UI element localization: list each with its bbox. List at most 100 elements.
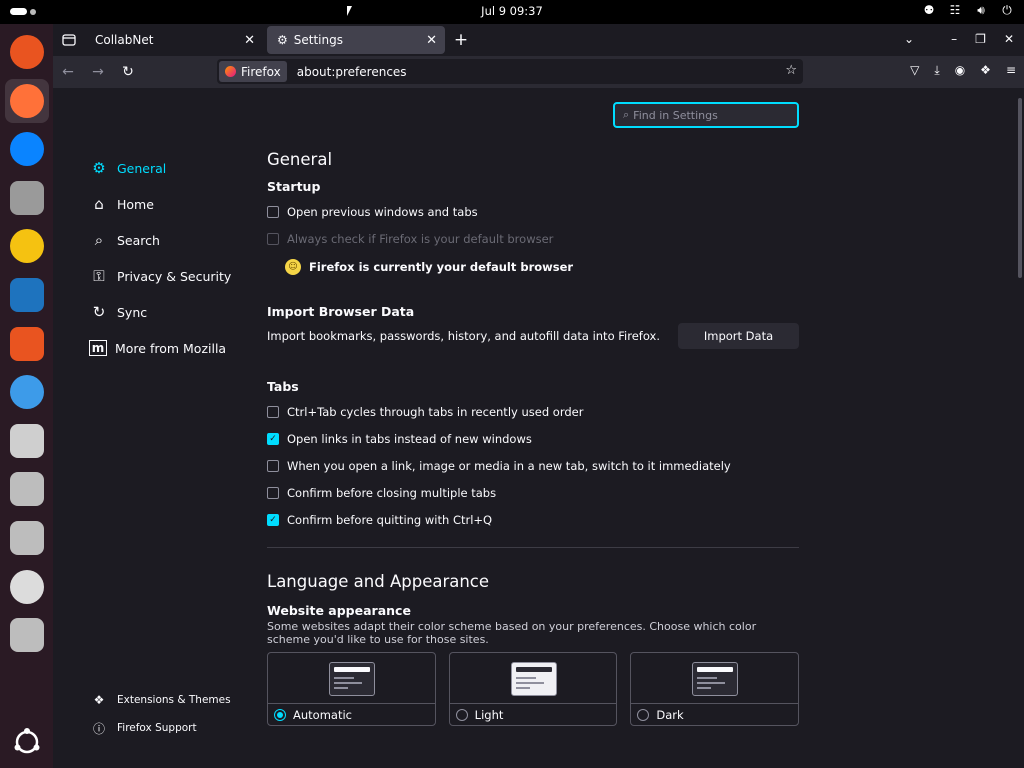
page-title: General [267,150,333,169]
firefox-logo-icon [225,66,236,77]
theme-radio-row[interactable]: Light [449,703,617,725]
dock-item[interactable] [5,30,49,74]
checkbox-disabled [267,232,279,245]
category-more-from-mozilla[interactable]: m More from Mozilla [89,330,249,366]
tab-settings[interactable]: ⚙ Settings ✕ [267,26,445,54]
back-button[interactable]: ← [53,58,83,86]
theme-radio-row[interactable]: Automatic [268,703,435,725]
dock-item[interactable] [5,127,49,171]
download-icon[interactable]: ⤓ [934,63,939,78]
checkbox[interactable] [267,486,279,499]
checkbox[interactable] [267,405,279,418]
account-icon[interactable]: ◉ [955,63,965,78]
tabs-option-row[interactable]: ✓ Confirm before quitting with Ctrl+Q [267,506,799,533]
close-window-icon[interactable]: ✕ [1004,32,1014,46]
drive-icon-2 [9,520,44,555]
trash-icon [9,618,44,653]
category-general[interactable]: ⚙ General [89,150,249,186]
dock-item[interactable] [5,419,49,463]
radio-button[interactable] [455,708,468,721]
help-icon [9,375,44,410]
category-home[interactable]: ⌂ Home [89,186,249,222]
tabs-option-row[interactable]: When you open a link, image or media in … [267,452,799,479]
firefox-view-button[interactable] [53,24,85,56]
dock-item[interactable] [5,176,49,220]
minimize-icon[interactable]: – [951,32,957,46]
arrow-right-icon: → [92,64,104,80]
bookmark-star-icon[interactable]: ☆ [785,63,797,78]
theme-card-light[interactable]: Light [448,652,618,726]
tab-label: CollabNet [95,33,154,47]
app-center-icon [9,326,44,361]
dock-item[interactable] [5,224,49,268]
list-all-tabs-icon[interactable]: ⌄ [904,32,914,46]
checkbox-label: Confirm before closing multiple tabs [287,485,497,500]
volume-icon[interactable]: 🔊︎ [974,3,988,18]
checkbox[interactable] [267,459,279,472]
theme-preview-icon [692,662,739,696]
url-text[interactable]: about:preferences [297,65,407,79]
category-privacy-security[interactable]: ⚿ Privacy & Security [89,258,249,294]
restore-icon[interactable]: ❐ [975,32,986,46]
dock-item[interactable] [5,565,49,609]
tab-collabnet[interactable]: CollabNet ✕ [85,26,263,54]
smiley-icon: ☺ [285,259,301,275]
scrollbar[interactable] [1018,98,1022,278]
activities-button[interactable] [10,8,36,16]
find-in-settings-input[interactable]: ⌕ Find in Settings [613,102,799,128]
section-divider [267,547,799,548]
network-icon[interactable]: ☷ [948,3,962,18]
dock-item[interactable] [4,78,49,123]
search-icon: ⌕ [623,108,630,121]
tabs-option-row[interactable]: Ctrl+Tab cycles through tabs in recently… [267,398,799,425]
power-icon[interactable]: ⏻ [1000,3,1014,18]
show-apps-icon[interactable] [9,724,45,760]
dock-item[interactable] [5,273,49,317]
category-label: Sync [117,304,148,320]
extensions-themes-link[interactable]: ❖ Extensions & Themes [89,686,231,714]
new-tab-button[interactable]: + [449,30,473,50]
theme-card-dark[interactable]: Dark [630,652,800,726]
clock[interactable]: Jul 9 09:37 [0,4,1024,18]
tabs-option-row[interactable]: ✓ Open links in tabs instead of new windo… [267,425,799,452]
open-previous-checkbox-row[interactable]: Open previous windows and tabs [267,198,799,225]
tabs-option-row[interactable]: Confirm before closing multiple tabs [267,479,799,506]
url-bar[interactable]: Firefox about:preferences ☆ [217,59,803,84]
dock-item[interactable] [5,613,49,657]
search-placeholder: Find in Settings [633,108,718,122]
accessibility-icon[interactable]: ⚉ [922,3,936,18]
sync-icon: ↻ [92,303,106,321]
identity-label: Firefox [241,64,281,79]
category-sync[interactable]: ↻ Sync [89,294,249,330]
radio-button[interactable] [637,708,650,721]
checkbox-checked[interactable]: ✓ [267,513,279,526]
import-data-button[interactable]: Import Data [678,323,799,349]
theme-radio-row[interactable]: Dark [631,703,799,725]
dock-item[interactable] [5,370,49,414]
menu-icon[interactable]: ≡ [1006,63,1016,78]
startup-heading: Startup [267,179,321,194]
search-icon: ⌕ [94,231,104,249]
dock-item[interactable] [5,322,49,366]
writer-icon [9,277,44,312]
close-tab-icon[interactable]: ✕ [426,33,437,48]
pocket-icon[interactable]: ▽ [910,63,919,78]
checkbox-checked[interactable]: ✓ [267,432,279,445]
dock-item[interactable] [5,467,49,511]
radio-button[interactable] [274,708,286,721]
close-tab-icon[interactable]: ✕ [244,33,255,48]
forward-button[interactable]: → [83,58,113,86]
reload-button[interactable]: ↻ [113,58,143,86]
dock-item[interactable] [5,516,49,560]
always-check-default-row: Always check if Firefox is your default … [267,225,799,252]
mozilla-icon: m [89,340,107,356]
checkbox[interactable] [267,205,279,218]
firefox-support-link[interactable]: ⓘ Firefox Support [89,714,231,742]
category-search[interactable]: ⌕ Search [89,222,249,258]
ubuntu-logo-icon [14,728,40,754]
theme-card-automatic[interactable]: Automatic [267,652,436,726]
identity-box[interactable]: Firefox [219,61,287,82]
system-tray[interactable]: ⚉ ☷ 🔊︎ ⏻ [922,3,1014,18]
extensions-icon[interactable]: ❖ [980,63,991,78]
tabs-heading: Tabs [267,379,299,394]
